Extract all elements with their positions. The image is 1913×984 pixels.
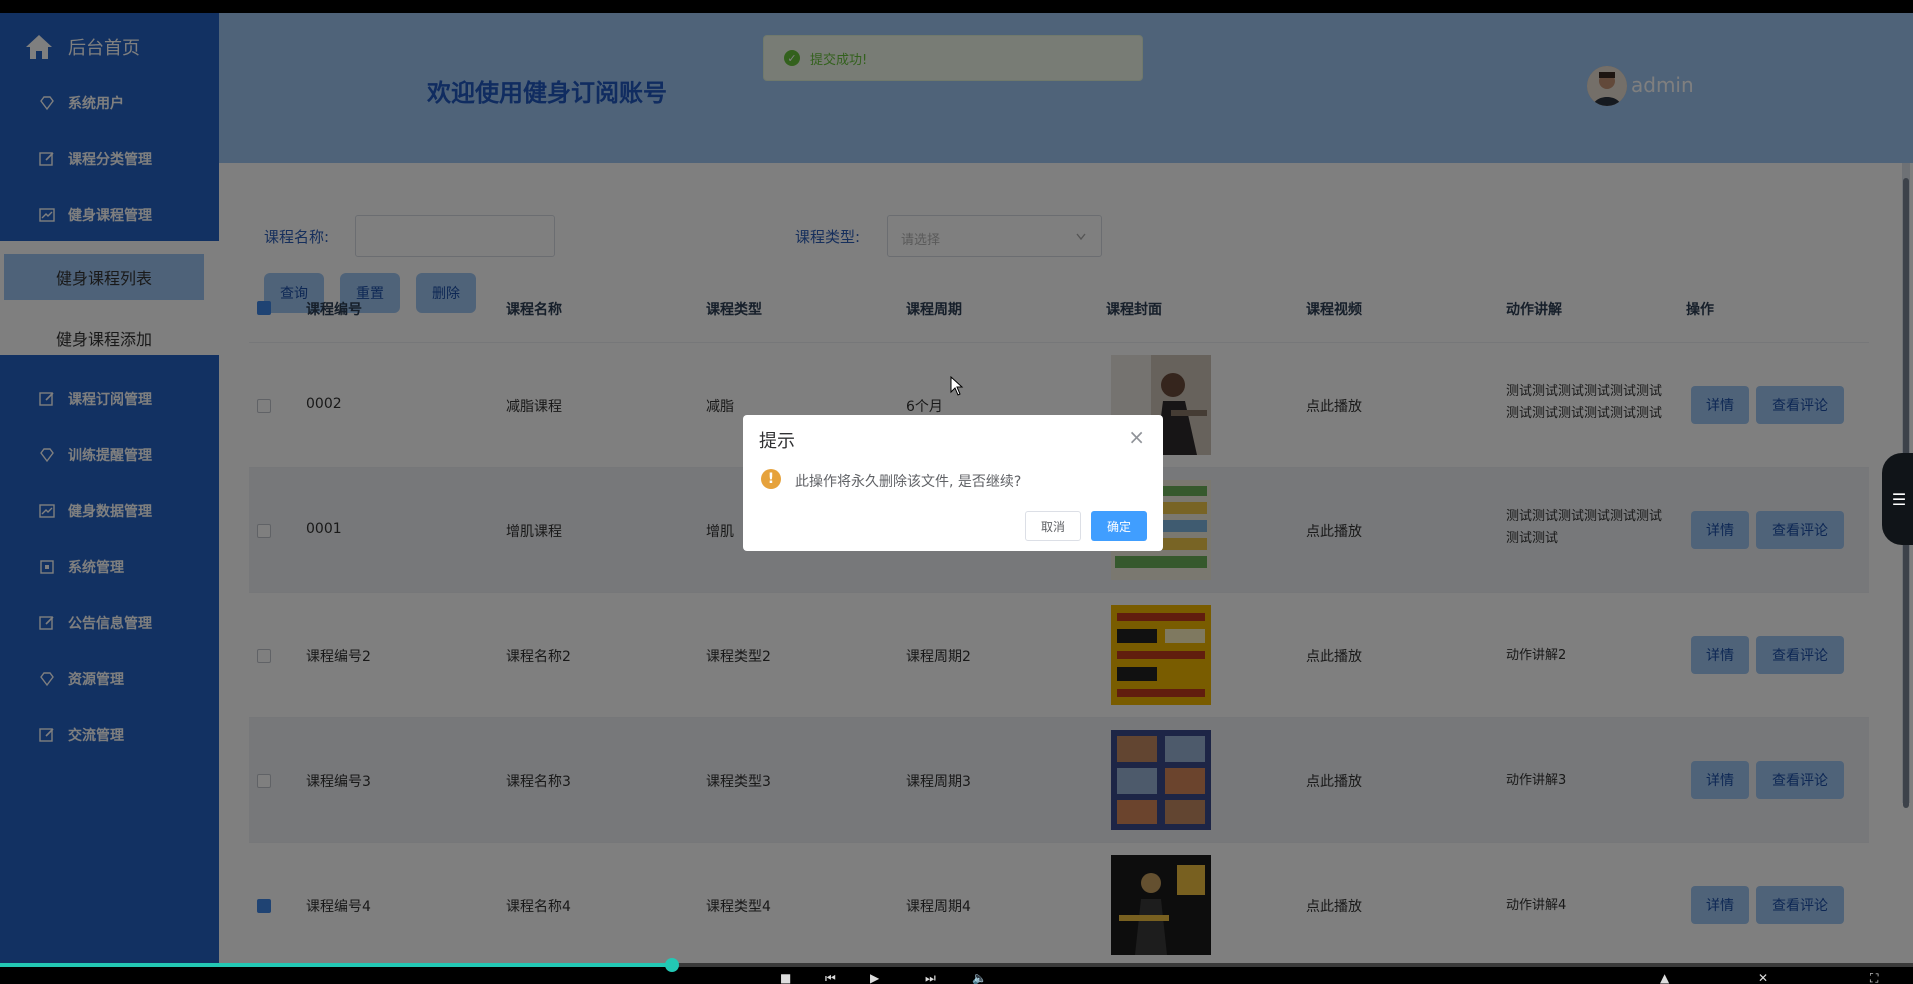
screen: 后台首页 系统用户 课程分类管理 健身课程管理 健身课程列表 健身课程添加 课程…: [0, 0, 1913, 984]
fullscreen-icon[interactable]: ⛶: [1870, 971, 1878, 984]
up-icon[interactable]: ▲: [1660, 971, 1669, 984]
mouse-cursor-icon: [950, 376, 964, 396]
confirm-dialog: 提示 × ! 此操作将永久删除该文件, 是否继续? 取消 确定: [743, 415, 1163, 551]
dialog-message: 此操作将永久删除该文件, 是否继续?: [795, 474, 1022, 490]
list-icon: ☰: [1891, 489, 1907, 509]
dialog-title: 提示: [759, 431, 795, 452]
close-icon[interactable]: ✕: [1758, 971, 1768, 984]
cancel-button[interactable]: 取消: [1025, 511, 1081, 541]
close-icon[interactable]: ×: [1128, 425, 1145, 449]
side-panel-toggle[interactable]: ☰: [1882, 453, 1913, 545]
progress-fill[interactable]: [0, 963, 672, 967]
next-icon[interactable]: ⏭: [925, 971, 936, 984]
top-bar: [0, 0, 1913, 13]
stop-icon[interactable]: ■: [780, 971, 791, 984]
warning-icon: !: [761, 469, 781, 489]
video-player-bar: ■ ⏮ ▶ ⏭ 🔈 ▲ ✕ ⛶: [0, 958, 1913, 984]
previous-icon[interactable]: ⏮: [825, 971, 836, 984]
progress-track[interactable]: [672, 963, 1913, 967]
admin-app: 后台首页 系统用户 课程分类管理 健身课程管理 健身课程列表 健身课程添加 课程…: [0, 13, 1913, 963]
confirm-button[interactable]: 确定: [1091, 511, 1147, 541]
volume-icon[interactable]: 🔈: [972, 971, 987, 984]
play-icon[interactable]: ▶: [870, 971, 879, 984]
progress-handle[interactable]: [665, 958, 679, 972]
